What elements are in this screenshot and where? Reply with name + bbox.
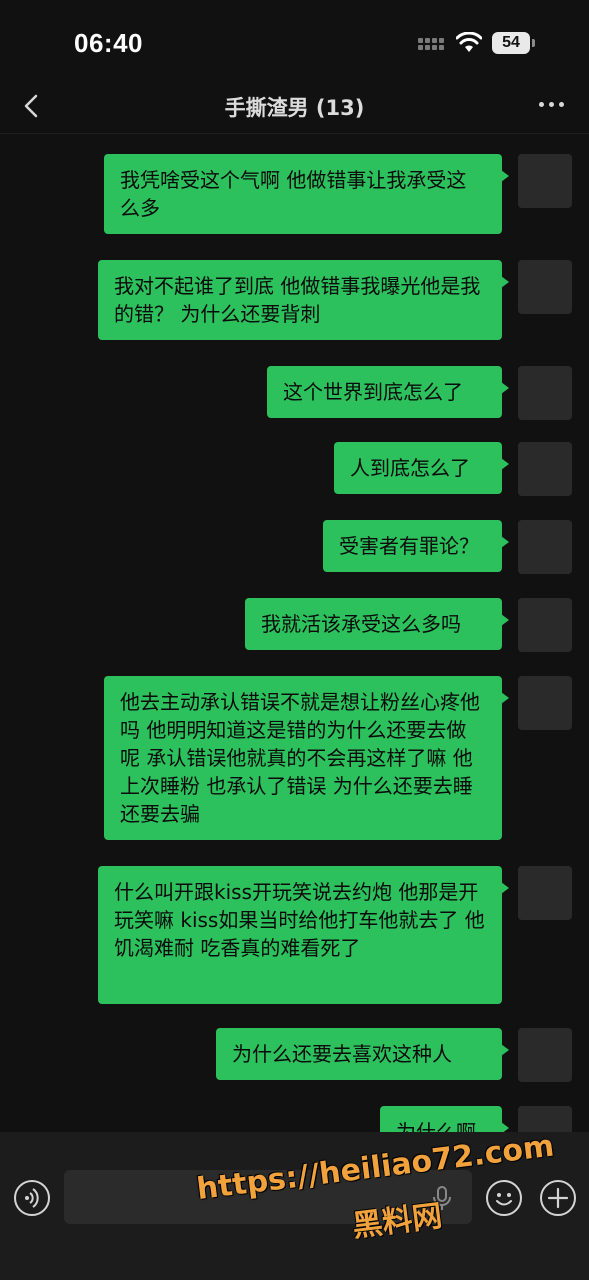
avatar[interactable] [518,520,572,574]
avatar[interactable] [518,366,572,420]
message-bubble[interactable]: 我对不起谁了到底 他做错事我曝光他是我的错？ 为什么还要背刺 [98,260,509,340]
chat-title: 手撕渣男 (13) [224,96,365,120]
message-bubble[interactable]: 什么叫开跟kiss开玩笑说去约炮 他那是开玩笑嘛 kiss如果当时给他打车他就去… [98,866,509,1004]
wifi-icon [456,32,482,52]
avatar[interactable] [518,260,572,314]
avatar[interactable] [518,866,572,920]
watermark-name: 黑料网 [350,1198,445,1245]
chat-header: 手撕渣男 (13) [0,80,589,134]
message-list[interactable]: 我凭啥受这个气啊 他做错事让我承受这么多 我对不起谁了到底 他做错事我曝光他是我… [0,134,589,1132]
signal-icon [418,38,448,52]
avatar[interactable] [518,1028,572,1082]
avatar[interactable] [518,598,572,652]
status-bar: 06:40 54 [0,0,589,80]
message-bubble[interactable]: 我凭啥受这个气啊 他做错事让我承受这么多 [104,154,509,234]
message-bubble[interactable]: 人到底怎么了 [334,442,509,494]
message-bubble[interactable]: 他去主动承认错误不就是想让粉丝心疼他吗 他明明知道这是错的为什么还要去做呢 承认… [104,676,509,840]
avatar[interactable] [518,676,572,730]
avatar[interactable] [518,442,572,496]
battery-icon: 54 [492,32,535,54]
message-bubble[interactable]: 受害者有罪论？ [323,520,509,572]
voice-icon[interactable] [14,1180,50,1216]
message-bubble[interactable]: 为什么还要去喜欢这种人 [216,1028,509,1080]
message-bubble[interactable]: 我就活该承受这么多吗 [245,598,509,650]
status-time: 06:40 [74,28,143,58]
message-bubble[interactable]: 这个世界到底怎么了 [267,366,509,418]
more-icon[interactable] [539,102,567,110]
avatar[interactable] [518,154,572,208]
